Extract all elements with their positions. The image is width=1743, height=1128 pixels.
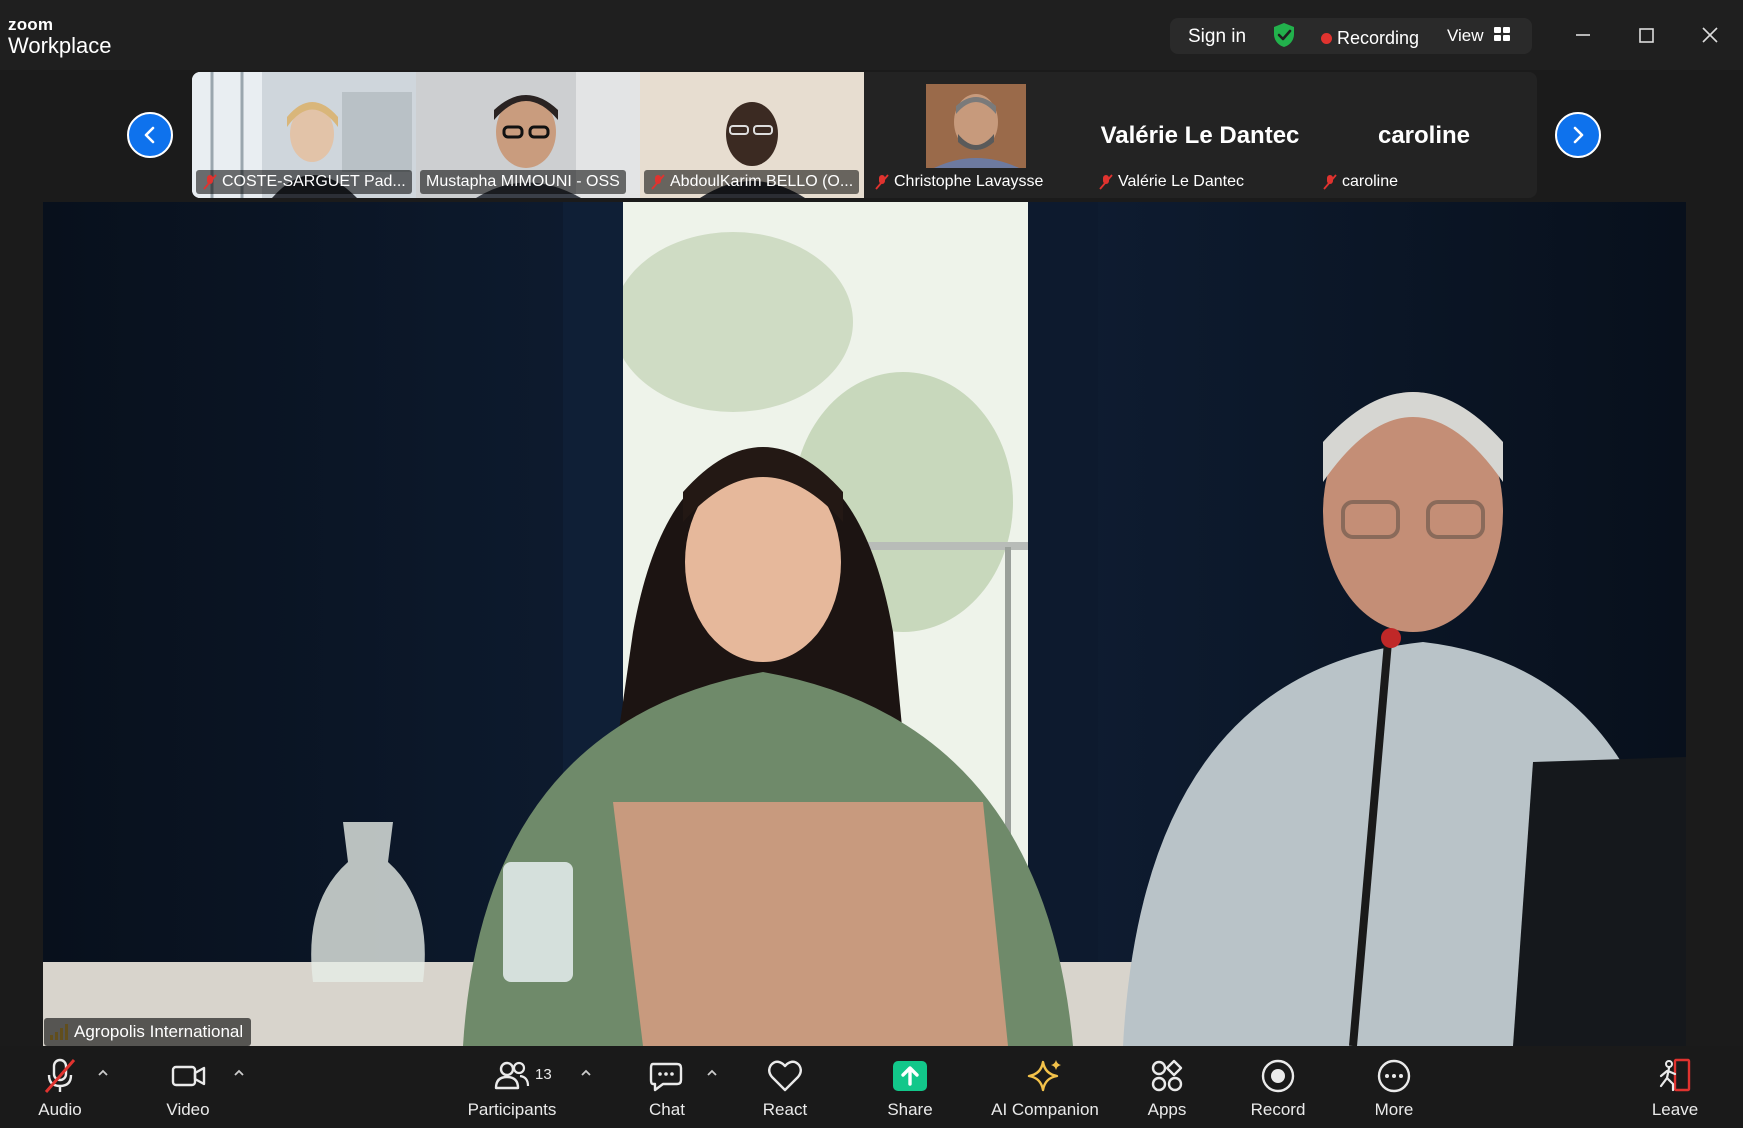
participants-count: 13 (535, 1066, 552, 1083)
exit-door-icon (1659, 1058, 1691, 1092)
participant-name: Valérie Le Dantec (1092, 170, 1250, 194)
mic-muted-icon (1099, 174, 1113, 190)
participant-name: caroline (1316, 170, 1404, 194)
participant-display-name: Valérie Le Dantec (1100, 122, 1300, 149)
participant-name: Christophe Lavaysse (868, 170, 1049, 194)
recording-dot-icon (1321, 33, 1332, 44)
brand-large: Workplace (8, 33, 112, 58)
participants-button[interactable]: Participants (452, 1056, 572, 1120)
participant-name: AbdoulKarim BELLO (O... (644, 170, 860, 194)
chevron-right-icon (1573, 126, 1584, 144)
participant-tile[interactable]: Valérie Le Dantec Valérie Le Dantec (1088, 72, 1312, 198)
video-camera-icon (171, 1065, 206, 1087)
gallery-next-button[interactable] (1555, 112, 1601, 158)
participant-name: COSTE-SARGUET Pad... (196, 170, 412, 194)
speaker-video-frame (43, 202, 1686, 1046)
share-button[interactable]: Share (850, 1056, 970, 1120)
apps-button[interactable]: Apps (1107, 1056, 1227, 1120)
brand-small: zoom (8, 15, 54, 34)
chat-options-caret-icon[interactable] (705, 1068, 719, 1078)
mic-muted-icon (44, 1058, 76, 1093)
participant-tile[interactable]: caroline caroline (1312, 72, 1536, 198)
active-speaker-video[interactable] (43, 202, 1686, 1046)
speaker-name-tag: Agropolis International (44, 1018, 252, 1046)
participant-tile[interactable]: AbdoulKarim BELLO (O... (640, 72, 864, 198)
zoom-logo: zoom Workplace (8, 16, 112, 57)
minimize-icon[interactable] (1566, 18, 1600, 52)
recording-indicator[interactable]: Recording (1337, 28, 1419, 49)
share-screen-icon (893, 1061, 927, 1091)
participants-icon (494, 1061, 530, 1090)
participants-options-caret-icon[interactable] (579, 1068, 593, 1078)
more-button[interactable]: More (1334, 1056, 1454, 1120)
shield-check-icon[interactable] (1272, 22, 1296, 48)
react-button[interactable]: React (725, 1056, 845, 1120)
gallery-prev-button[interactable] (127, 112, 173, 158)
grid-view-icon[interactable] (1494, 27, 1510, 41)
record-button[interactable]: Record (1218, 1056, 1338, 1120)
close-icon[interactable] (1693, 18, 1727, 52)
video-options-caret-icon[interactable] (232, 1068, 246, 1078)
heart-icon (768, 1060, 802, 1092)
participant-tile[interactable]: Christophe Lavaysse (864, 72, 1088, 198)
participant-display-name: caroline (1377, 122, 1471, 149)
ai-companion-button[interactable]: AI Companion (985, 1056, 1105, 1120)
audio-button[interactable]: Audio (0, 1056, 120, 1120)
chat-button[interactable]: Chat (607, 1056, 727, 1120)
video-button[interactable]: Video (128, 1056, 248, 1120)
mic-muted-icon (875, 174, 889, 190)
leave-button[interactable]: Leave (1615, 1056, 1735, 1120)
apps-grid-icon (1151, 1059, 1183, 1092)
record-icon (1261, 1059, 1295, 1093)
mic-muted-icon (1323, 174, 1337, 190)
participant-tile[interactable]: COSTE-SARGUET Pad... (192, 72, 416, 198)
mic-muted-icon (651, 174, 665, 190)
chat-bubble-icon (649, 1062, 683, 1092)
more-dots-icon (1377, 1059, 1411, 1093)
participant-tile[interactable]: Mustapha MIMOUNI - OSS (416, 72, 640, 198)
mic-muted-icon (203, 174, 217, 190)
view-button[interactable]: View (1447, 26, 1484, 46)
audio-options-caret-icon[interactable] (96, 1068, 110, 1078)
chevron-left-icon (144, 126, 155, 144)
maximize-icon[interactable] (1629, 18, 1663, 52)
sign-in-button[interactable]: Sign in (1188, 26, 1246, 48)
participant-name: Mustapha MIMOUNI - OSS (420, 170, 626, 194)
sparkle-icon (1027, 1060, 1061, 1092)
gallery-strip: COSTE-SARGUET Pad... Mustapha MIMOUNI - … (192, 72, 1537, 198)
